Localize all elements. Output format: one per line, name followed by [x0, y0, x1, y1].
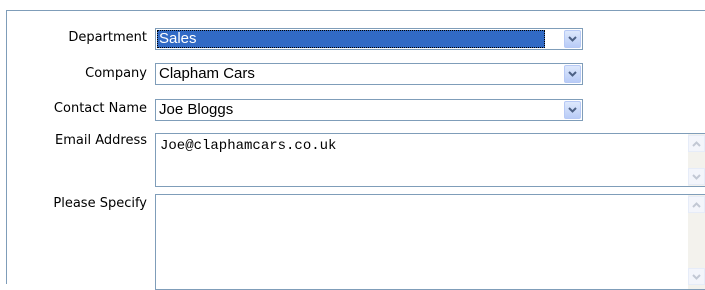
- contact-name-select[interactable]: Joe Bloggs: [155, 99, 583, 121]
- company-select[interactable]: Clapham Cars: [155, 63, 583, 85]
- contact-name-label: Contact Name: [53, 101, 147, 116]
- specify-scroll-down-button[interactable]: [688, 268, 705, 285]
- chevron-down-icon: [568, 36, 577, 42]
- company-dropdown-button[interactable]: [564, 65, 581, 83]
- email-scroll-down-button[interactable]: [688, 168, 705, 185]
- chevron-down-icon: [568, 71, 577, 77]
- scroll-up-icon: [692, 141, 701, 147]
- company-label: Company: [85, 66, 147, 81]
- scroll-down-icon: [692, 174, 701, 180]
- company-selected-value: Clapham Cars: [159, 65, 255, 82]
- please-specify-label: Please Specify: [53, 196, 147, 211]
- department-select[interactable]: Sales: [155, 28, 583, 50]
- email-address-scrollbar[interactable]: [688, 134, 705, 186]
- email-scroll-up-button[interactable]: [688, 135, 705, 152]
- email-address-field[interactable]: Joe@claphamcars.co.uk: [155, 133, 705, 187]
- department-dropdown-button[interactable]: [564, 30, 581, 48]
- email-address-value: Joe@claphamcars.co.uk: [160, 138, 337, 154]
- please-specify-scrollbar[interactable]: [688, 195, 705, 289]
- contact-name-dropdown-button[interactable]: [564, 101, 581, 119]
- department-selected-value: Sales: [157, 30, 545, 48]
- chevron-down-icon: [568, 107, 577, 113]
- specify-scroll-up-button[interactable]: [688, 196, 705, 213]
- please-specify-field[interactable]: [155, 194, 705, 290]
- scroll-up-icon: [692, 202, 701, 208]
- email-address-label: Email Address: [55, 133, 147, 148]
- department-label: Department: [68, 30, 147, 45]
- contact-name-selected-value: Joe Bloggs: [159, 101, 234, 118]
- scroll-down-icon: [692, 274, 701, 280]
